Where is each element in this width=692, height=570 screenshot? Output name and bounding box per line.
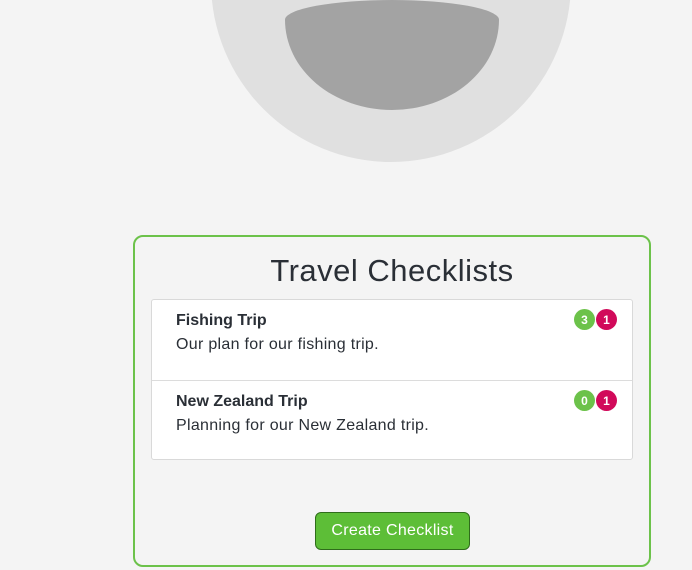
checklist-item-name: Fishing Trip <box>176 312 267 329</box>
checklist-item-name: New Zealand Trip <box>176 393 308 410</box>
completed-count-badge: 3 <box>574 309 595 330</box>
card-title: Travel Checklists <box>270 253 514 288</box>
pending-count-badge: 1 <box>596 390 617 411</box>
checklists-card: Travel Checklists Fishing Trip Our plan … <box>133 235 651 567</box>
user-avatar-icon <box>211 0 571 162</box>
pending-count-badge: 1 <box>596 309 617 330</box>
checklist-list: Fishing Trip Our plan for our fishing tr… <box>151 299 633 460</box>
completed-count-badge: 0 <box>574 390 595 411</box>
checklist-item-description: Planning for our New Zealand trip. <box>176 417 429 434</box>
create-checklist-button[interactable]: Create Checklist <box>315 512 470 550</box>
avatar-head-shape <box>285 0 499 110</box>
checklist-item-description: Our plan for our fishing trip. <box>176 336 379 353</box>
checklist-item-new-zealand-trip[interactable]: New Zealand Trip Planning for our New Ze… <box>152 380 632 460</box>
checklist-item-badges: 0 1 <box>574 390 617 411</box>
page: Travel Checklists Fishing Trip Our plan … <box>0 0 692 570</box>
checklist-item-fishing-trip[interactable]: Fishing Trip Our plan for our fishing tr… <box>152 300 632 380</box>
checklist-item-badges: 3 1 <box>574 309 617 330</box>
